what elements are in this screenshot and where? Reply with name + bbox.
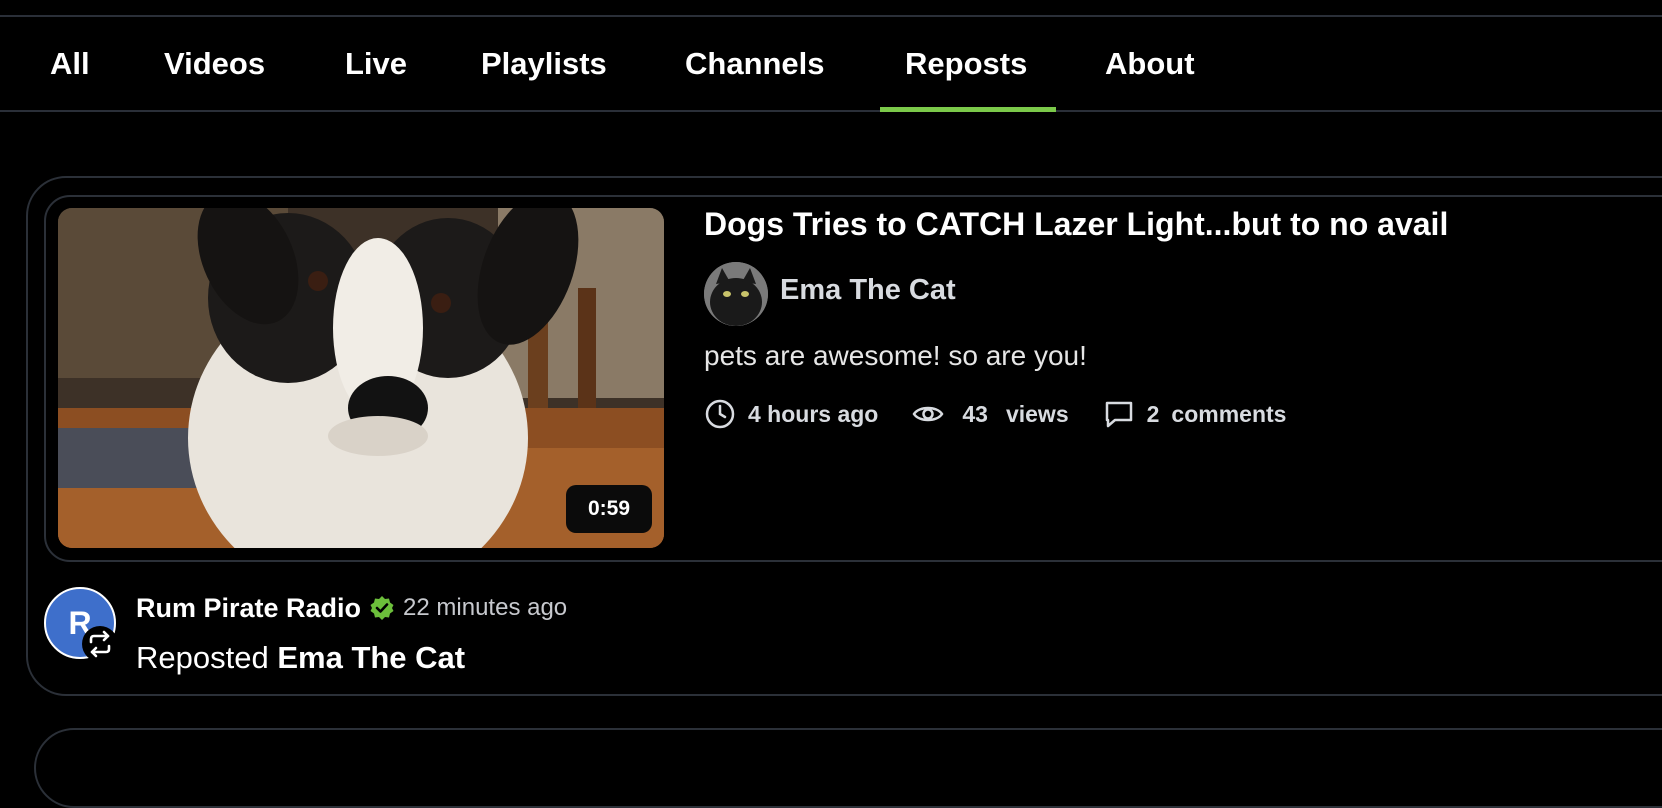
video-duration-badge: 0:59 bbox=[566, 485, 652, 533]
verified-check-icon bbox=[369, 595, 395, 621]
clock-icon bbox=[704, 398, 736, 430]
video-time-ago: 4 hours ago bbox=[748, 400, 879, 427]
comments-count: 2 bbox=[1146, 400, 1160, 427]
black-cat-avatar-icon bbox=[704, 262, 768, 326]
video-meta: 4 hours ago 43 views 2 comments bbox=[704, 396, 1320, 432]
comments-group[interactable]: 2 comments bbox=[1103, 398, 1287, 430]
channel-tabs: All Videos Live Playlists Channels Repos… bbox=[0, 17, 1662, 112]
time-ago-group: 4 hours ago bbox=[704, 398, 878, 430]
repost-action-label: Reposted bbox=[136, 640, 269, 675]
tab-channels[interactable]: Channels bbox=[685, 17, 825, 110]
tab-all[interactable]: All bbox=[50, 17, 90, 110]
comments-label: comments bbox=[1171, 400, 1287, 427]
comment-icon bbox=[1103, 398, 1135, 430]
repost-icon bbox=[82, 626, 118, 662]
views-label: views bbox=[1005, 400, 1069, 427]
tab-playlists[interactable]: Playlists bbox=[481, 17, 607, 110]
tab-videos[interactable]: Videos bbox=[164, 17, 265, 110]
repost-description: Reposted Ema The Cat bbox=[136, 640, 465, 676]
video-description: pets are awesome! so are you! bbox=[704, 340, 1087, 371]
eye-icon bbox=[912, 398, 944, 430]
original-channel-link[interactable]: Ema The Cat bbox=[277, 640, 465, 675]
channel-avatar[interactable] bbox=[704, 262, 768, 326]
views-group: 43 views bbox=[912, 398, 1069, 430]
channel-name[interactable]: Ema The Cat bbox=[780, 274, 956, 307]
active-tab-indicator bbox=[880, 107, 1056, 112]
tab-reposts[interactable]: Reposts bbox=[905, 17, 1027, 110]
reposter-row: Rum Pirate Radio 22 minutes ago bbox=[136, 590, 567, 626]
reposter-name[interactable]: Rum Pirate Radio bbox=[136, 593, 361, 624]
tab-live[interactable]: Live bbox=[345, 17, 407, 110]
repost-time-ago: 22 minutes ago bbox=[403, 594, 568, 621]
next-feed-card bbox=[34, 728, 1662, 808]
views-count: 43 bbox=[962, 400, 988, 427]
tab-about[interactable]: About bbox=[1105, 17, 1195, 110]
video-title[interactable]: Dogs Tries to CATCH Lazer Light...but to… bbox=[704, 206, 1448, 243]
